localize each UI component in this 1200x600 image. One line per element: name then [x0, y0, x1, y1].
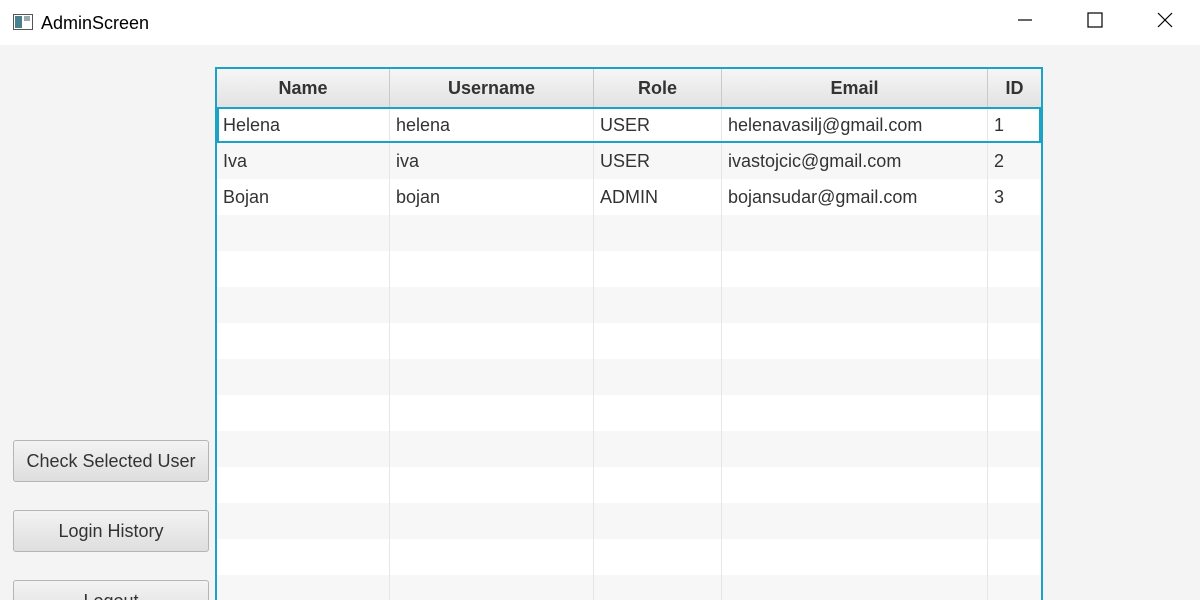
maximize-button[interactable]: [1060, 0, 1130, 45]
column-header-role[interactable]: Role: [594, 69, 722, 107]
title-bar: AdminScreen: [0, 0, 1200, 45]
table-row[interactable]: Iva iva USER ivastojcic@gmail.com 2: [217, 143, 1041, 179]
empty-row: [217, 467, 1041, 503]
empty-row: [217, 431, 1041, 467]
cell-role: USER: [594, 107, 722, 143]
empty-row: [217, 287, 1041, 323]
logout-button[interactable]: Logout: [13, 580, 209, 600]
close-button[interactable]: [1130, 0, 1200, 45]
cell-id: 1: [994, 114, 1005, 135]
empty-row: [217, 215, 1041, 251]
cell-name: Bojan: [217, 179, 390, 215]
table-header: Name Username Role Email ID: [217, 69, 1041, 108]
empty-row: [217, 323, 1041, 359]
cell-name: Iva: [217, 143, 390, 179]
maximize-icon: [1087, 12, 1103, 33]
app-window-icon: [13, 14, 33, 30]
cell-username: iva: [390, 143, 594, 179]
cell-name: Helena: [217, 107, 390, 143]
empty-row: [217, 359, 1041, 395]
cell-username: helena: [390, 107, 594, 143]
column-header-username[interactable]: Username: [390, 69, 594, 107]
check-selected-user-button[interactable]: Check Selected User: [13, 440, 209, 482]
admin-window: AdminScreen Check Selected User Login Hi…: [0, 0, 1200, 600]
cell-email: bojansudar@gmail.com: [722, 179, 988, 215]
login-history-button[interactable]: Login History: [13, 510, 209, 552]
cell-role: USER: [594, 143, 722, 179]
minimize-button[interactable]: [990, 0, 1060, 45]
empty-row: [217, 395, 1041, 431]
empty-row: [217, 575, 1041, 600]
users-table[interactable]: Name Username Role Email ID Helena helen…: [215, 67, 1043, 600]
empty-row: [217, 251, 1041, 287]
cell-id: 2: [994, 150, 1005, 171]
close-icon: [1157, 12, 1173, 33]
cell-email: helenavasilj@gmail.com: [722, 107, 988, 143]
minimize-icon: [1017, 12, 1033, 33]
column-header-name[interactable]: Name: [217, 69, 390, 107]
column-header-email[interactable]: Email: [722, 69, 988, 107]
table-body: Helena helena USER helenavasilj@gmail.co…: [217, 107, 1041, 600]
table-row[interactable]: Helena helena USER helenavasilj@gmail.co…: [217, 107, 1041, 143]
cell-email: ivastojcic@gmail.com: [722, 143, 988, 179]
empty-row: [217, 539, 1041, 575]
window-title: AdminScreen: [41, 13, 150, 33]
cell-username: bojan: [390, 179, 594, 215]
cell-role: ADMIN: [594, 179, 722, 215]
cell-id: 3: [994, 186, 1005, 207]
column-header-id[interactable]: ID: [988, 69, 1041, 107]
table-row[interactable]: Bojan bojan ADMIN bojansudar@gmail.com 3: [217, 179, 1041, 215]
empty-row: [217, 503, 1041, 539]
